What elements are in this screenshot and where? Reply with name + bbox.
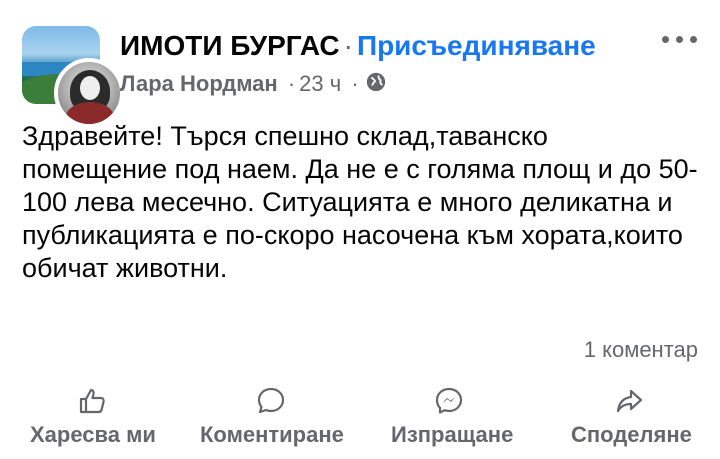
meta-separator-2: · xyxy=(351,71,359,96)
like-button[interactable]: Харесва ми xyxy=(22,380,172,450)
thumbs-up-icon xyxy=(77,386,107,416)
comment-bubble-icon xyxy=(256,386,286,416)
comment-count-link[interactable]: 1 коментар xyxy=(584,337,698,363)
share-button[interactable]: Споделяне xyxy=(568,380,700,450)
post-body-text: Здравейте! Търся спешно склад,таванско п… xyxy=(22,121,698,283)
author-name-link[interactable]: Лара Нордман xyxy=(120,71,278,96)
author-avatar-face xyxy=(80,76,100,100)
more-options-icon[interactable] xyxy=(662,32,698,48)
post-timestamp[interactable]: 23 ч xyxy=(299,71,341,96)
post-actions-bar: Харесва ми Коментиране Изпращане Споделя… xyxy=(0,380,720,450)
globe-icon xyxy=(365,71,387,99)
share-label: Споделяне xyxy=(571,422,692,447)
send-button[interactable]: Изпращане xyxy=(388,380,528,450)
group-title-line: ИМОТИ БУРГАС · Присъединяване xyxy=(120,30,596,62)
post-meta: Лара Нордман · 23 ч · xyxy=(120,71,387,99)
group-name-link[interactable]: ИМОТИ БУРГАС xyxy=(120,30,340,61)
author-avatar[interactable] xyxy=(54,58,124,128)
join-group-button[interactable]: Присъединяване xyxy=(357,30,596,61)
messenger-icon xyxy=(434,386,464,416)
comment-button[interactable]: Коментиране xyxy=(196,380,358,450)
post-header: ИМОТИ БУРГАС · Присъединяване Лара Нордман… xyxy=(22,26,702,128)
send-label: Изпращане xyxy=(391,422,514,447)
title-separator: · xyxy=(343,30,353,61)
comment-label: Коментиране xyxy=(200,422,344,447)
meta-separator: · xyxy=(287,71,296,96)
share-arrow-icon xyxy=(614,386,644,416)
like-label: Харесва ми xyxy=(30,422,156,447)
